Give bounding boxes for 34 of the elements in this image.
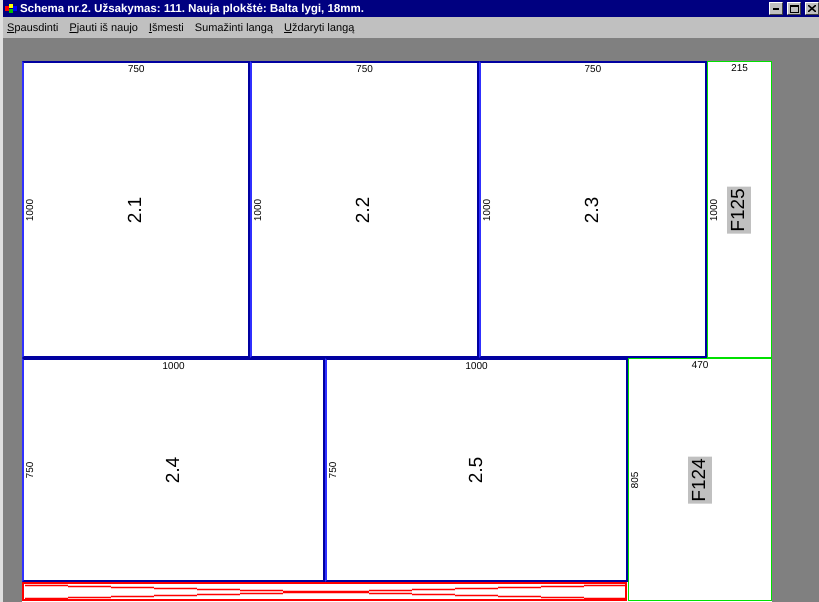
menu-item[interactable]: Išmesti [148,22,185,34]
width-label: 750 [583,64,602,75]
piece-label: 2.4 [162,456,184,484]
menu-item[interactable]: Sumažinti langą [194,22,274,34]
menu-item[interactable]: Uždaryti langą [283,22,356,34]
height-label: 1000 [482,198,493,221]
width-label: 1000 [161,361,186,372]
maximize-icon [790,4,798,12]
maximize-button[interactable] [787,2,801,15]
height-label: 1000 [708,198,720,221]
minimize-button[interactable] [769,2,783,15]
piece-label: 2.1 [125,196,148,223]
close-button[interactable] [805,2,819,15]
piece-label: 2.2 [353,196,376,223]
menu-item[interactable]: Spausdinti [6,22,60,34]
width-label: 1000 [464,361,489,372]
menu-item[interactable]: Pjauti iš naujo [68,22,139,34]
width-label: 470 [690,360,710,371]
width-label: 215 [730,63,749,74]
width-label: 750 [126,64,146,75]
height-label: 805 [630,471,641,488]
piece-label: 2.5 [466,456,488,484]
height-label: 750 [328,462,339,478]
minimize-icon [773,8,779,10]
height-label: 1000 [253,198,264,221]
width-label: 750 [355,64,374,75]
piece-label: F125 [727,186,752,234]
piece-label: F124 [688,456,712,504]
piece-label: 2.3 [582,196,604,223]
window-title: Schema nr.2. Užsakymas: 111. Nauja plokštė: Balta lygi, 18mm. [20,2,365,14]
height-label: 750 [25,462,36,478]
height-label: 1000 [25,198,36,221]
app-icon [5,3,17,14]
close-icon [808,5,816,12]
